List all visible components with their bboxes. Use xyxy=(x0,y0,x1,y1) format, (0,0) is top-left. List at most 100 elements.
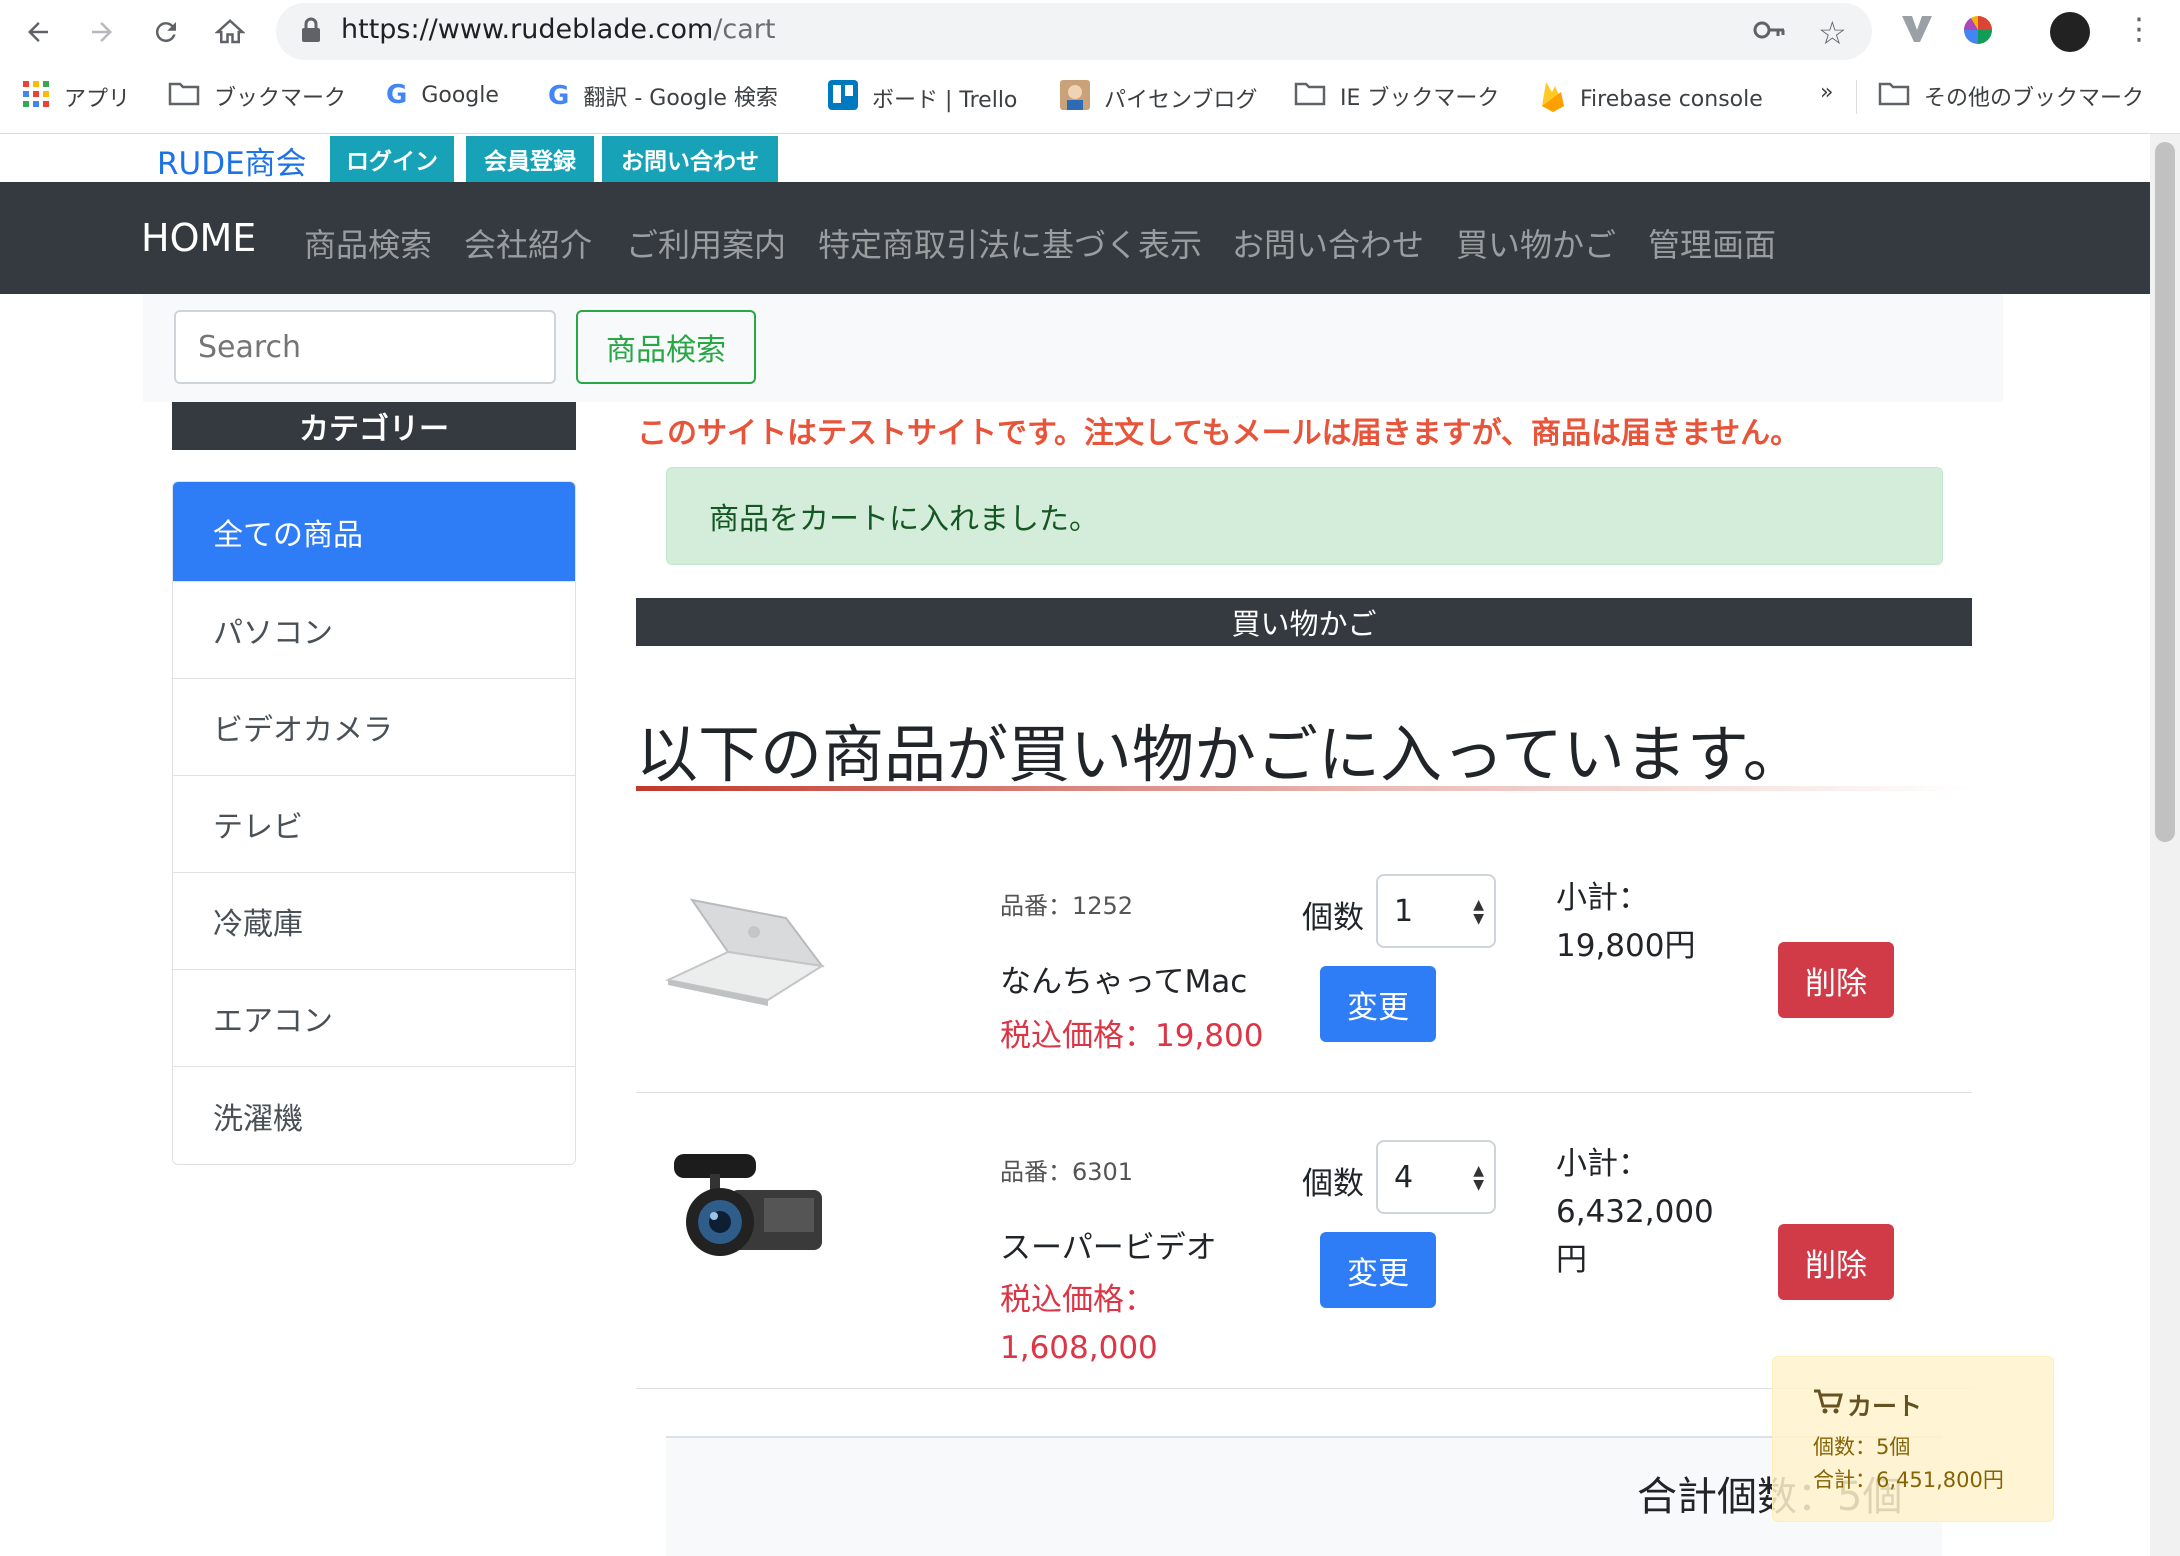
bookmark-blog[interactable]: パイセンブログ xyxy=(1060,80,1257,116)
search-input[interactable] xyxy=(174,310,556,384)
url-text[interactable]: https://www.rudeblade.com/cart xyxy=(341,14,775,45)
product-name[interactable]: スーパービデオ xyxy=(1000,1222,1217,1267)
forward-icon[interactable] xyxy=(82,12,122,52)
category-item-all[interactable]: 全ての商品 xyxy=(173,482,575,582)
color-wheel-icon[interactable] xyxy=(1962,14,1994,50)
back-icon[interactable] xyxy=(18,12,58,52)
bookmark-label: パイセンブログ xyxy=(1104,88,1258,113)
url-host: https://www.rudeblade.com xyxy=(341,14,714,45)
url-path: /cart xyxy=(713,14,776,45)
category-item-video-camera[interactable]: ビデオカメラ xyxy=(173,679,575,776)
subtotal-unit: 円 xyxy=(1556,1242,1587,1278)
category-item-pc[interactable]: パソコン xyxy=(173,582,575,679)
nav-guide[interactable]: ご利用案内 xyxy=(626,220,786,266)
menu-icon[interactable]: ⋮ xyxy=(2124,12,2154,47)
overflow-chevron-icon: » xyxy=(1820,80,1834,105)
bookmark-label: その他のブックマーク xyxy=(1924,86,2145,111)
category-item-aircon[interactable]: エアコン xyxy=(173,970,575,1067)
bookmarks-bar: アプリ ブックマーク G Google G 翻訳 - Google 検索 ボード |… xyxy=(0,72,2180,118)
bookmark-label: Firebase console xyxy=(1580,86,1763,112)
extension-v-icon[interactable] xyxy=(1900,14,1934,48)
bookmark-overflow[interactable]: » xyxy=(1820,80,1833,105)
product-price: 税込価格：19,800 xyxy=(1000,1012,1263,1060)
bookmark-ie[interactable]: IE ブックマーク xyxy=(1294,80,1499,112)
price-line: 税込価格：19,800 xyxy=(1000,1018,1264,1054)
google-icon: G xyxy=(548,81,570,111)
quantity-label: 個数 xyxy=(1302,900,1364,936)
login-button[interactable]: ログイン xyxy=(330,136,454,182)
trello-icon xyxy=(828,80,858,116)
page-heading: 以下の商品が買い物かごに入っています。 xyxy=(636,718,1805,791)
main-navbar: HOME 商品検索 会社紹介 ご利用案内 特定商取引法に基づく表示 お問い合わせ… xyxy=(0,182,2150,294)
home-icon[interactable] xyxy=(210,12,250,52)
product-name[interactable]: なんちゃってMac xyxy=(1000,956,1247,1001)
nav-legal[interactable]: 特定商取引法に基づく表示 xyxy=(818,220,1202,266)
bookmark-label: Google xyxy=(421,82,499,108)
folder-icon xyxy=(1294,80,1326,112)
key-icon[interactable] xyxy=(1752,16,1786,48)
profile-avatar[interactable] xyxy=(2050,12,2090,52)
scrollbar-thumb[interactable] xyxy=(2155,142,2175,842)
contact-button[interactable]: お問い合わせ xyxy=(602,136,778,182)
bookmark-google[interactable]: G Google xyxy=(386,80,499,110)
cart-icon xyxy=(1813,1389,1843,1421)
bookmark-other[interactable]: その他のブックマーク xyxy=(1878,80,2144,112)
mini-cart-title: カート xyxy=(1813,1387,1922,1423)
quantity-label: 個数 xyxy=(1302,1166,1364,1202)
product-price: 税込価格： 1,608,000 xyxy=(1000,1276,1158,1372)
subtotal-value: 6,432,000 xyxy=(1556,1194,1714,1230)
page-scrollbar[interactable] xyxy=(2150,134,2180,1556)
bookmark-label: IE ブックマーク xyxy=(1340,86,1500,111)
bookmark-label: アプリ xyxy=(64,87,131,112)
category-header: カテゴリー xyxy=(172,402,576,450)
laptop-product-image[interactable] xyxy=(664,884,830,1014)
delete-button[interactable]: 削除 xyxy=(1778,1224,1894,1300)
register-button[interactable]: 会員登録 xyxy=(466,136,594,182)
bookmark-translate[interactable]: G 翻訳 - Google 検索 xyxy=(548,80,778,112)
nav-product-search[interactable]: 商品検索 xyxy=(304,220,432,266)
search-button[interactable]: 商品検索 xyxy=(576,310,756,384)
folder-icon xyxy=(1878,80,1910,112)
success-alert: 商品をカートに入れました。 xyxy=(666,467,1943,565)
folder-icon xyxy=(168,80,200,112)
page-content: RUDE商会 ログイン 会員登録 お問い合わせ HOME 商品検索 会社紹介 ご… xyxy=(0,134,2150,1556)
browser-chrome: https://www.rudeblade.com/cart ☆ ⋮ アプリ ブ… xyxy=(0,0,2180,134)
bookmark-trello[interactable]: ボード | Trello xyxy=(828,80,1017,116)
stepper-arrows-icon[interactable]: ▲ ▼ xyxy=(1473,1164,1484,1192)
subtotal-label: 小計： xyxy=(1556,1146,1649,1182)
video-camera-product-image[interactable] xyxy=(668,1146,828,1272)
update-quantity-button[interactable]: 変更 xyxy=(1320,966,1436,1042)
quantity-value: 1 xyxy=(1394,894,1414,929)
stepper-arrows-icon[interactable]: ▲ ▼ xyxy=(1473,898,1484,926)
subtotal: 小計： 19,800円 xyxy=(1556,874,1695,970)
subtotal-value: 19,800円 xyxy=(1556,928,1696,964)
test-site-notice: このサイトはテストサイトです。注文してもメールは届きますが、商品は届きません。 xyxy=(637,416,1801,451)
star-icon[interactable]: ☆ xyxy=(1818,14,1847,52)
nav-admin[interactable]: 管理画面 xyxy=(1648,220,1776,266)
nav-contact[interactable]: お問い合わせ xyxy=(1232,220,1424,266)
category-list: 全ての商品 パソコン ビデオカメラ テレビ 冷蔵庫 エアコン 洗濯機 xyxy=(172,481,576,1165)
nav-cart[interactable]: 買い物かご xyxy=(1456,220,1616,266)
bookmark-firebase[interactable]: Firebase console xyxy=(1540,80,1763,118)
delete-button[interactable]: 削除 xyxy=(1778,942,1894,1018)
reload-icon[interactable] xyxy=(146,12,186,52)
nav-home[interactable]: HOME xyxy=(141,216,256,260)
category-item-washer[interactable]: 洗濯機 xyxy=(173,1067,575,1164)
nav-company[interactable]: 会社紹介 xyxy=(464,220,592,266)
alert-text: 商品をカートに入れました。 xyxy=(709,502,1099,537)
site-brand[interactable]: RUDE商会 xyxy=(157,138,307,183)
mini-cart-label: カート xyxy=(1847,1392,1923,1421)
update-quantity-button[interactable]: 変更 xyxy=(1320,1232,1436,1308)
category-item-fridge[interactable]: 冷蔵庫 xyxy=(173,873,575,970)
quantity-stepper[interactable]: 4 ▲ ▼ xyxy=(1376,1140,1496,1214)
quantity-value: 4 xyxy=(1394,1160,1414,1195)
lock-icon xyxy=(300,17,322,47)
category-item-tv[interactable]: テレビ xyxy=(173,776,575,873)
subtotal: 小計： 6,432,000 円 xyxy=(1556,1140,1714,1284)
bookmark-apps[interactable]: アプリ xyxy=(22,80,130,114)
quantity-stepper[interactable]: 1 ▲ ▼ xyxy=(1376,874,1496,948)
heading-underline xyxy=(636,786,1972,791)
floating-cart-widget[interactable]: カート 個数：5個 合計：6,451,800円 xyxy=(1772,1356,2054,1522)
firebase-icon xyxy=(1540,80,1566,118)
bookmark-folder[interactable]: ブックマーク xyxy=(168,80,346,112)
